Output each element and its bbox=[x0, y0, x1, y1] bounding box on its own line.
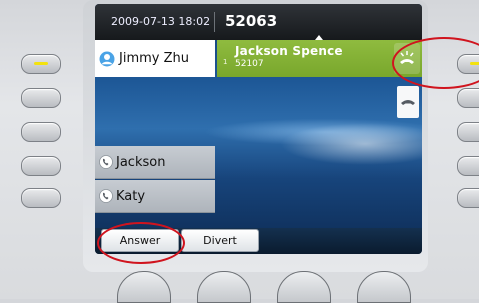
speed-dial-label: Katy bbox=[116, 188, 146, 204]
status-divider bbox=[214, 12, 215, 32]
datetime-label: 2009-07-13 18:02 bbox=[111, 15, 211, 28]
bottom-softkey-button-4[interactable] bbox=[357, 271, 411, 303]
status-bar: 2009-07-13 18:02 52063 bbox=[95, 4, 422, 40]
primary-line-name: Jimmy Zhu bbox=[119, 51, 189, 66]
phone-dial-icon bbox=[99, 189, 113, 203]
line-led-indicator bbox=[34, 62, 48, 65]
active-call-session[interactable]: 1 Jackson Spence 52107 bbox=[217, 40, 422, 77]
left-line-button-5[interactable] bbox=[21, 188, 61, 208]
speed-dial-jackson[interactable]: Jackson bbox=[95, 146, 215, 179]
phone-dial-icon bbox=[99, 155, 113, 169]
bottom-softkey-button-1[interactable] bbox=[117, 271, 171, 303]
speed-dial-katy[interactable]: Katy bbox=[95, 180, 215, 213]
handset-icon bbox=[401, 100, 415, 105]
bottom-softkey-button-2[interactable] bbox=[197, 271, 251, 303]
speed-dial-label: Jackson bbox=[116, 154, 166, 170]
right-session-button-5[interactable] bbox=[457, 188, 479, 208]
right-session-button-2[interactable] bbox=[457, 88, 479, 108]
right-session-button-4[interactable] bbox=[457, 156, 479, 176]
phone-screen: 2009-07-13 18:02 52063 Jimmy Zhu 1 Jacks… bbox=[95, 4, 422, 254]
answer-highlight-circle bbox=[97, 222, 185, 264]
extension-label: 52063 bbox=[225, 12, 278, 30]
call-line-number: 1 bbox=[223, 58, 228, 66]
user-icon bbox=[99, 51, 115, 67]
left-line-button-2[interactable] bbox=[21, 88, 61, 108]
right-session-button-3[interactable] bbox=[457, 122, 479, 142]
primary-line[interactable]: Jimmy Zhu bbox=[95, 40, 215, 77]
hang-up-button[interactable] bbox=[397, 86, 419, 118]
divert-softkey[interactable]: Divert bbox=[181, 229, 259, 252]
caller-name: Jackson Spence bbox=[235, 44, 343, 58]
caller-number: 52107 bbox=[235, 59, 264, 69]
left-line-button-4[interactable] bbox=[21, 156, 61, 176]
bottom-softkey-button-3[interactable] bbox=[277, 271, 331, 303]
left-line-button-3[interactable] bbox=[21, 122, 61, 142]
left-line-button-1[interactable] bbox=[21, 54, 61, 74]
